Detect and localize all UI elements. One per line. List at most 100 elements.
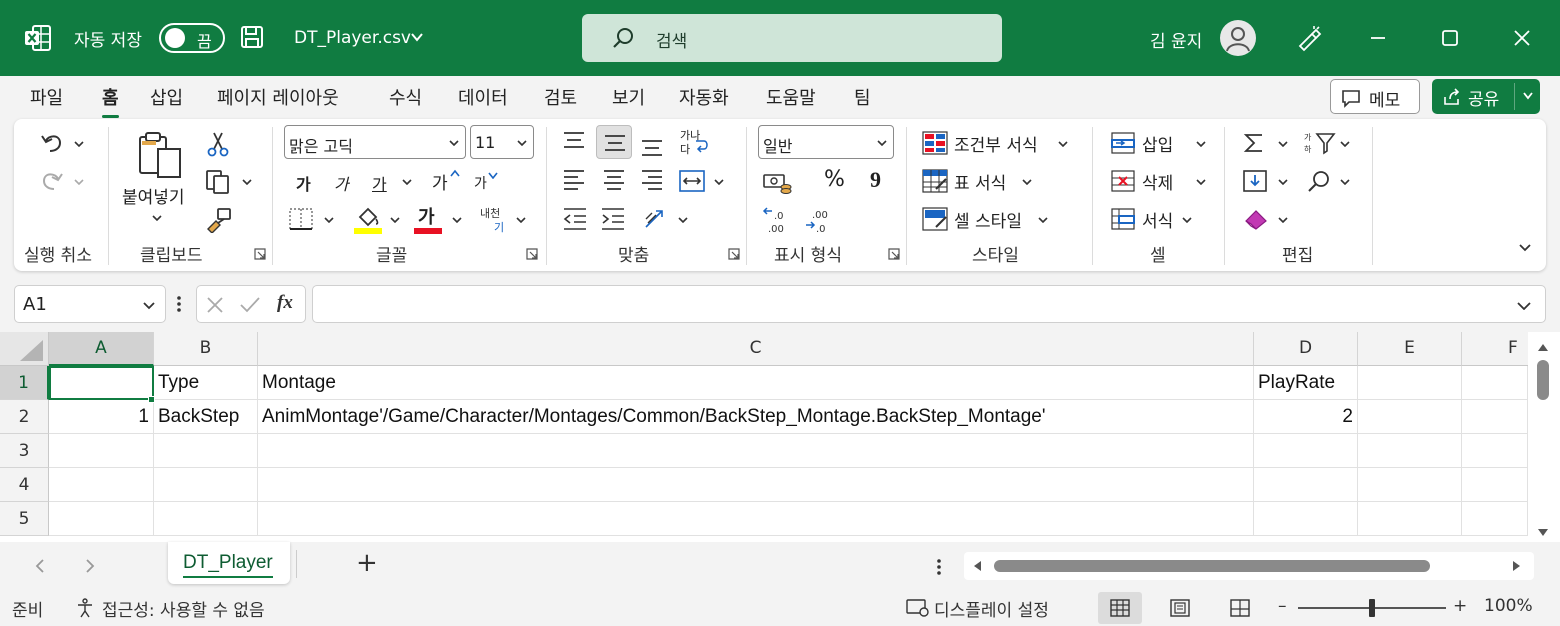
cell-d1[interactable]: PlayRate: [1254, 366, 1358, 400]
excel-logo-icon[interactable]: [24, 24, 52, 52]
more-options-icon[interactable]: [176, 295, 182, 313]
scroll-down-icon[interactable]: [1537, 528, 1549, 538]
align-left-icon[interactable]: [562, 169, 586, 191]
tab-team[interactable]: 팀: [854, 84, 871, 114]
cell-f3[interactable]: [1462, 434, 1528, 468]
formula-input[interactable]: [312, 285, 1546, 323]
tab-home[interactable]: 홈: [102, 84, 119, 118]
cell-a5[interactable]: [49, 502, 154, 536]
scroll-right-icon[interactable]: [1512, 560, 1522, 572]
tab-view[interactable]: 보기: [612, 84, 645, 114]
dialog-launcher-icon[interactable]: [254, 248, 266, 260]
align-top-icon[interactable]: [562, 131, 586, 153]
zoom-out-button[interactable]: –: [1278, 596, 1287, 616]
font-color-button[interactable]: 가: [418, 203, 435, 229]
tab-file[interactable]: 파일: [30, 84, 63, 114]
cell-a1[interactable]: [49, 366, 154, 400]
chevron-down-icon[interactable]: [516, 217, 526, 223]
chevron-down-icon[interactable]: [1196, 179, 1206, 185]
expand-formula-bar-icon[interactable]: [1517, 302, 1531, 310]
chevron-down-icon[interactable]: [1058, 141, 1068, 147]
increase-decimal-icon[interactable]: .0 .00: [762, 207, 790, 235]
undo-icon[interactable]: [38, 129, 66, 157]
cancel-entry-icon[interactable]: [205, 295, 225, 315]
align-bottom-icon[interactable]: [640, 135, 664, 157]
tab-insert[interactable]: 삽입: [150, 84, 183, 114]
conditional-formatting-icon[interactable]: [922, 131, 948, 155]
redo-icon[interactable]: [38, 167, 66, 195]
shrink-font-button[interactable]: 가: [474, 173, 487, 193]
minimize-icon[interactable]: [1362, 22, 1394, 54]
row-header-5[interactable]: 5: [0, 502, 49, 536]
user-name[interactable]: 김 윤지: [1150, 27, 1202, 52]
dialog-launcher-icon[interactable]: [888, 248, 900, 260]
chevron-down-icon[interactable]: [74, 179, 84, 185]
cell-d5[interactable]: [1254, 502, 1358, 536]
row-header-3[interactable]: 3: [0, 434, 49, 468]
autosum-icon[interactable]: [1242, 131, 1266, 155]
tab-data[interactable]: 데이터: [458, 84, 508, 114]
conditional-formatting-label[interactable]: 조건부 서식: [954, 131, 1038, 156]
chevron-down-icon[interactable]: [714, 179, 724, 185]
align-right-icon[interactable]: [640, 169, 664, 191]
chevron-down-icon[interactable]: [1182, 217, 1192, 223]
borders-icon[interactable]: [288, 207, 314, 231]
increase-indent-icon[interactable]: [600, 207, 626, 231]
cell-b3[interactable]: [154, 434, 258, 468]
horizontal-scroll-thumb[interactable]: [994, 560, 1430, 572]
delete-cells-icon[interactable]: [1110, 169, 1136, 193]
dialog-launcher-icon[interactable]: [526, 248, 538, 260]
decrease-indent-icon[interactable]: [562, 207, 588, 231]
cell-d2[interactable]: 2: [1254, 400, 1358, 434]
confirm-entry-icon[interactable]: [239, 295, 261, 315]
tab-automate[interactable]: 자동화: [679, 84, 729, 114]
chevron-down-icon[interactable]: [74, 141, 84, 147]
display-settings-label[interactable]: 디스플레이 설정: [934, 596, 1049, 621]
cell-c2[interactable]: AnimMontage'/Game/Character/Montages/Com…: [258, 400, 1254, 434]
sheet-tab-dt-player[interactable]: DT_Player: [168, 542, 290, 584]
paste-label[interactable]: 붙여넣기: [122, 183, 185, 208]
insert-function-button[interactable]: fx: [277, 292, 293, 314]
avatar[interactable]: [1220, 20, 1256, 56]
align-middle-button[interactable]: [596, 125, 632, 159]
chevron-down-icon[interactable]: [1278, 179, 1288, 185]
accessibility-status[interactable]: 접근성: 사용할 수 없음: [102, 596, 265, 621]
tab-help[interactable]: 도움말: [766, 84, 816, 114]
cell-b2[interactable]: BackStep: [154, 400, 258, 434]
format-painter-icon[interactable]: [204, 207, 232, 233]
orientation-icon[interactable]: [642, 207, 670, 231]
insert-label[interactable]: 삽입: [1142, 131, 1173, 156]
share-button[interactable]: 공유: [1432, 79, 1540, 114]
scroll-left-icon[interactable]: [972, 560, 982, 572]
save-icon[interactable]: [240, 25, 264, 49]
close-icon[interactable]: [1506, 22, 1538, 54]
chevron-down-icon[interactable]: [1340, 179, 1350, 185]
name-box[interactable]: A1: [14, 285, 166, 323]
format-label[interactable]: 서식: [1142, 207, 1173, 232]
vertical-scroll-thumb[interactable]: [1537, 360, 1549, 400]
page-break-view-button[interactable]: [1218, 592, 1262, 624]
chevron-down-icon[interactable]: [324, 217, 334, 223]
chevron-right-icon[interactable]: [84, 558, 96, 574]
merge-center-icon[interactable]: [678, 169, 706, 193]
chevron-down-icon[interactable]: [1038, 217, 1048, 223]
cell-e2[interactable]: [1358, 400, 1462, 434]
number-format-select[interactable]: 일반: [758, 125, 894, 159]
row-header-2[interactable]: 2: [0, 400, 49, 434]
chevron-down-icon[interactable]: [1278, 217, 1288, 223]
phonetic-guide-bottom[interactable]: 기: [494, 219, 504, 235]
chevron-down-icon[interactable]: [1278, 141, 1288, 147]
chevron-down-icon[interactable]: [452, 217, 462, 223]
zoom-in-button[interactable]: +: [1453, 596, 1467, 616]
cell-a4[interactable]: [49, 468, 154, 502]
normal-view-button[interactable]: [1098, 592, 1142, 624]
find-select-icon[interactable]: [1306, 169, 1332, 193]
align-center-icon[interactable]: [602, 169, 626, 191]
format-as-table-label[interactable]: 표 서식: [954, 169, 1006, 194]
chevron-down-icon[interactable]: [390, 217, 400, 223]
insert-cells-icon[interactable]: [1110, 131, 1136, 155]
percent-style-button[interactable]: %: [824, 167, 845, 192]
cell-f2[interactable]: [1462, 400, 1528, 434]
accessibility-icon[interactable]: [76, 598, 96, 618]
sort-filter-icon[interactable]: 가 하: [1304, 131, 1336, 155]
